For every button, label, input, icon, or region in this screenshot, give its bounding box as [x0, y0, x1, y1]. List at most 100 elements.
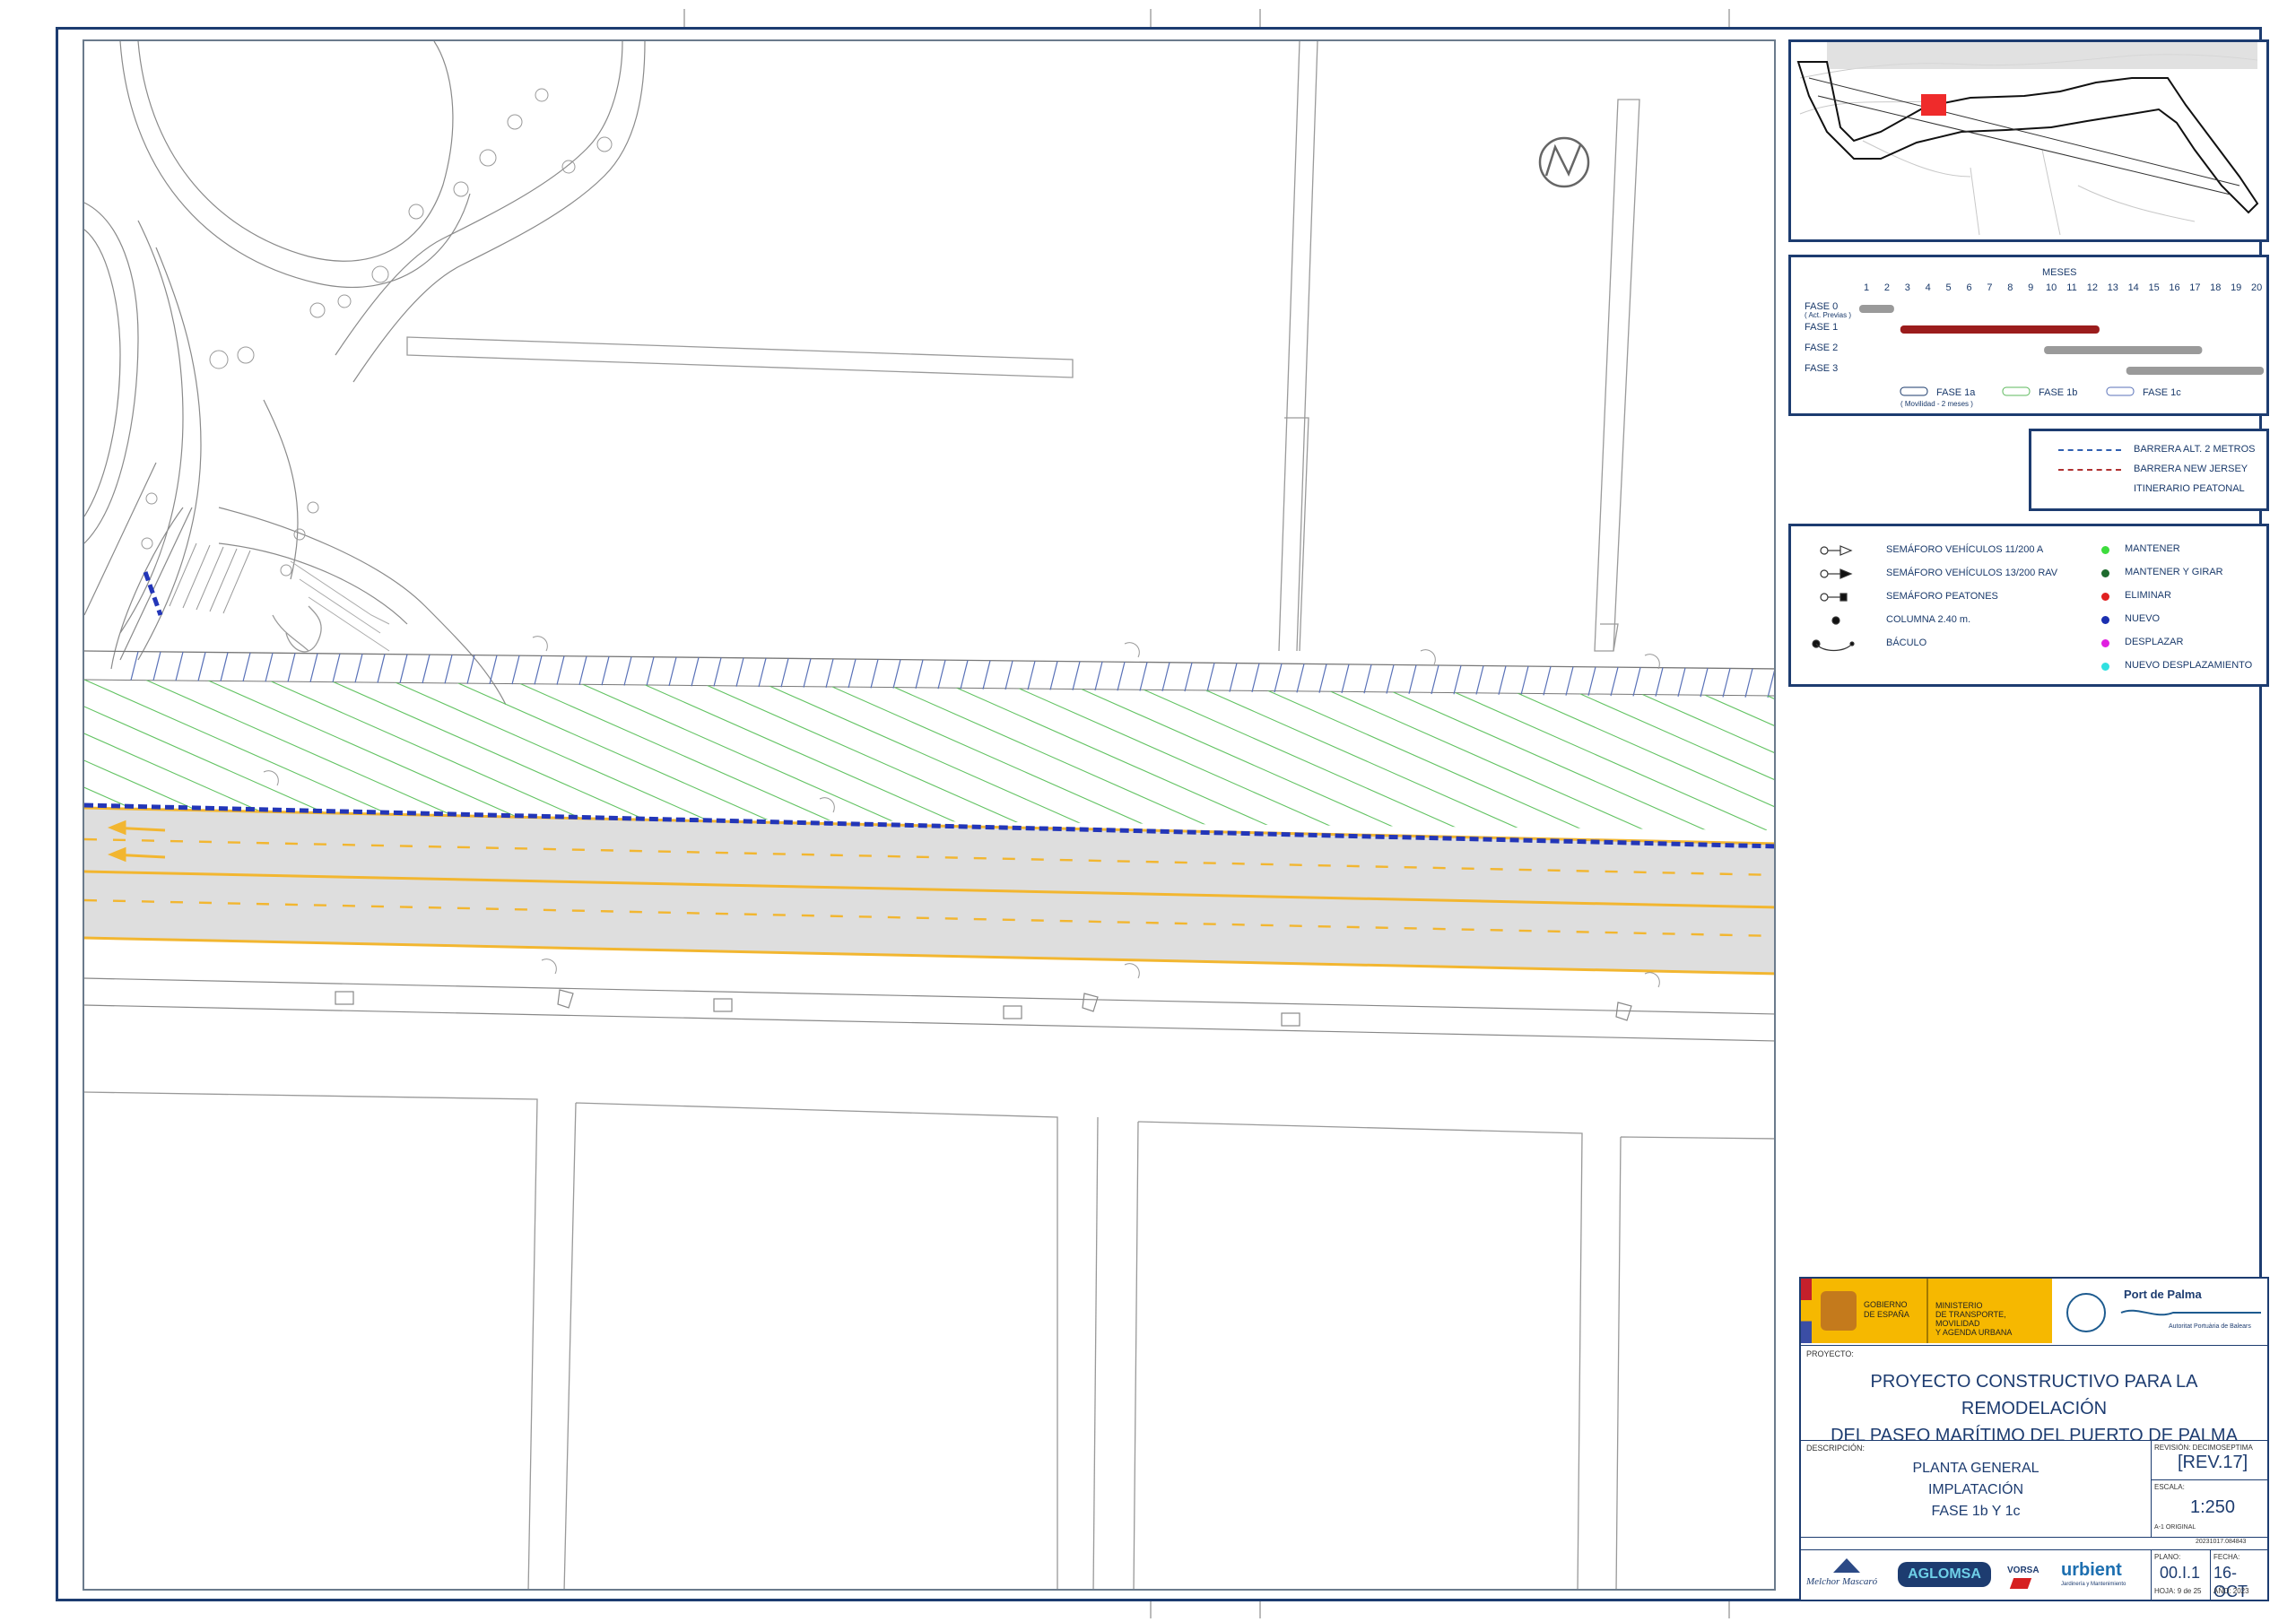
- month-label: 2: [1884, 282, 1890, 293]
- port-wave-icon: [2120, 1309, 2261, 1316]
- vorsa-mark-icon: [2009, 1578, 2032, 1589]
- project-title-line1: PROYECTO CONSTRUCTIVO PARA LA REMODELACI…: [1870, 1372, 2198, 1418]
- date-value: 16-OCT: [2213, 1564, 2248, 1600]
- month-label: 1: [1864, 282, 1869, 293]
- ministry-line2: DE TRANSPORTE, MOVILIDAD: [1935, 1310, 2006, 1328]
- key-plan[interactable]: [1788, 39, 2269, 242]
- phase-legend-sublabel: ( Movilidad - 2 meses ): [1900, 400, 1973, 408]
- barrier-legend: BARRERA ALT. 2 METROS BARRERA NEW JERSEY I…: [2029, 429, 2269, 511]
- status-legend-label: DESPLAZAR: [2125, 637, 2184, 647]
- month-label: 17: [2189, 282, 2200, 293]
- month-label: 13: [2108, 282, 2118, 293]
- phase-swatch: [2106, 386, 2135, 396]
- barrier-line-swatch: [2058, 449, 2121, 451]
- status-dot-icon: [2101, 569, 2109, 577]
- date-label: FECHA:: [2213, 1553, 2240, 1561]
- status-legend-label: MANTENER: [2125, 543, 2180, 554]
- revision-label: REVISIÓN: DECIMOSEPTIMA: [2154, 1444, 2253, 1452]
- phase-label: FASE 2: [1805, 343, 1838, 353]
- gov-line1: GOBIERNO: [1864, 1300, 1908, 1309]
- symbol-legend-label: SEMÁFORO VEHÍCULOS 11/200 A: [1886, 544, 2044, 555]
- phase-legend-label: FASE 1c: [2143, 387, 2181, 398]
- barrier-legend-label: ITINERARIO PEATONAL: [2134, 483, 2245, 494]
- site-plan-drawing: [84, 41, 1774, 1589]
- description-line1: PLANTA GENERAL: [1912, 1461, 2039, 1476]
- symbol-legend-label: COLUMNA 2.40 m.: [1886, 614, 1971, 625]
- ministry-line3: Y AGENDA URBANA: [1935, 1328, 2013, 1337]
- site-plan[interactable]: [83, 39, 1776, 1591]
- month-label: 16: [2169, 282, 2179, 293]
- month-label: 19: [2231, 282, 2241, 293]
- symbol-legend-label: SEMÁFORO VEHÍCULOS 13/200 RAV: [1886, 568, 2058, 578]
- phase-schedule: MESES 1 2 3 4 5 6 7 8 9 10 11 12 13 14 15 16 17 18 19 20 FAS…: [1788, 255, 2269, 416]
- urbient-subtitle: Jardinería y Mantenimiento: [2061, 1582, 2126, 1587]
- month-label: 7: [1987, 282, 1992, 293]
- scale-label: ESCALA:: [2154, 1483, 2185, 1491]
- barrier-legend-item: BARRERA NEW JERSEY: [2031, 464, 2266, 478]
- description-label: DESCRIPCIÓN:: [1806, 1444, 1866, 1453]
- revision-value: [REV.17]: [2178, 1453, 2248, 1472]
- status-dot-icon: [2101, 663, 2109, 671]
- port-authority-seal-icon: [2066, 1293, 2106, 1332]
- month-label: 3: [1905, 282, 1910, 293]
- sheet-number: HOJA: 9 de 25: [2154, 1587, 2202, 1595]
- plan-number: 00.I.1: [2160, 1564, 2201, 1582]
- month-label: 10: [2046, 282, 2057, 293]
- phase-bar: [1900, 325, 2100, 334]
- current-sheet-marker: [1921, 94, 1946, 116]
- barrier-legend-item: ITINERARIO PEATONAL: [2031, 483, 2266, 498]
- barrier-legend-item: BARRERA ALT. 2 METROS: [2031, 444, 2266, 458]
- year-value: AÑO: 2023: [2213, 1587, 2249, 1595]
- phase-swatch: [2002, 386, 2031, 396]
- phase-bar: [1859, 305, 1894, 313]
- month-label: 6: [1966, 282, 1971, 293]
- phase-bar: [2126, 367, 2265, 375]
- barrier-legend-label: BARRERA ALT. 2 METROS: [2134, 444, 2256, 455]
- status-legend-label: NUEVO DESPLAZAMIENTO: [2125, 660, 2253, 671]
- status-legend-label: NUEVO: [2125, 613, 2161, 624]
- month-label: 4: [1926, 282, 1931, 293]
- month-label: 11: [2066, 282, 2076, 293]
- month-label: 8: [2007, 282, 2013, 293]
- barrier-line-swatch: [2058, 469, 2121, 471]
- plan-label: PLANO:: [2154, 1553, 2181, 1561]
- status-legend-label: ELIMINAR: [2125, 590, 2171, 601]
- symbol-legend-label: BÁCULO: [1886, 638, 1927, 648]
- description-line3: FASE 1b Y 1c: [1931, 1504, 2021, 1519]
- phase-bar: [2044, 346, 2203, 354]
- contractor-logo-vorsa: VORSA: [2007, 1566, 2039, 1575]
- gov-line2: DE ESPAÑA: [1864, 1310, 1909, 1319]
- status-dot-icon: [2101, 593, 2109, 601]
- phase-label: FASE 1: [1805, 322, 1838, 333]
- port-name: Port de Palma: [2124, 1288, 2202, 1301]
- ministry-line1: MINISTERIO: [1935, 1301, 1983, 1310]
- month-label: 18: [2210, 282, 2221, 293]
- phase-swatch: [1900, 386, 1928, 396]
- title-block: GOBIERNO DE ESPAÑA MINISTERIO DE TRANSPO…: [1799, 1277, 2269, 1601]
- status-dot-icon: [2101, 639, 2109, 647]
- symbol-legend-label: SEMÁFORO PEATONES: [1886, 591, 1998, 602]
- gantt-chart: 1 2 3 4 5 6 7 8 9 10 11 12 13 14 15 16 17 18 19 20FASE 0( A…: [1805, 282, 2265, 408]
- contractor-logo-urbient: urbient: [2061, 1560, 2122, 1580]
- phase-sublabel: ( Act. Previas ): [1805, 311, 1851, 319]
- drawing-code: 20231017.084843: [2196, 1539, 2247, 1545]
- description-line2: IMPLATACIÓN: [1927, 1482, 2024, 1497]
- government-logo-band: GOBIERNO DE ESPAÑA MINISTERIO DE TRANSPO…: [1801, 1279, 2052, 1343]
- project-label: PROYECTO:: [1806, 1349, 1854, 1358]
- contractor-logo-mascaro: Melchor Mascaró: [1806, 1558, 1889, 1594]
- key-plan-drawing: [1796, 42, 2259, 236]
- phase-label: FASE 3: [1805, 363, 1838, 374]
- month-label: 20: [2251, 282, 2262, 293]
- month-label: 12: [2087, 282, 2098, 293]
- month-label: 5: [1946, 282, 1952, 293]
- north-arrow-icon: [1538, 136, 1590, 188]
- scale-value: 1:250: [2190, 1497, 2236, 1517]
- month-label: 15: [2148, 282, 2159, 293]
- paper-format: A-1 ORIGINAL: [2154, 1524, 2196, 1531]
- contractor-logo-aglomsa: AGLOMSA: [1898, 1562, 1991, 1587]
- status-dot-icon: [2101, 616, 2109, 624]
- phase-legend-label: FASE 1b: [2039, 387, 2077, 398]
- month-label: 14: [2128, 282, 2139, 293]
- status-legend-label: MANTENER Y GIRAR: [2125, 567, 2223, 577]
- coat-of-arms-icon: [1821, 1291, 1857, 1331]
